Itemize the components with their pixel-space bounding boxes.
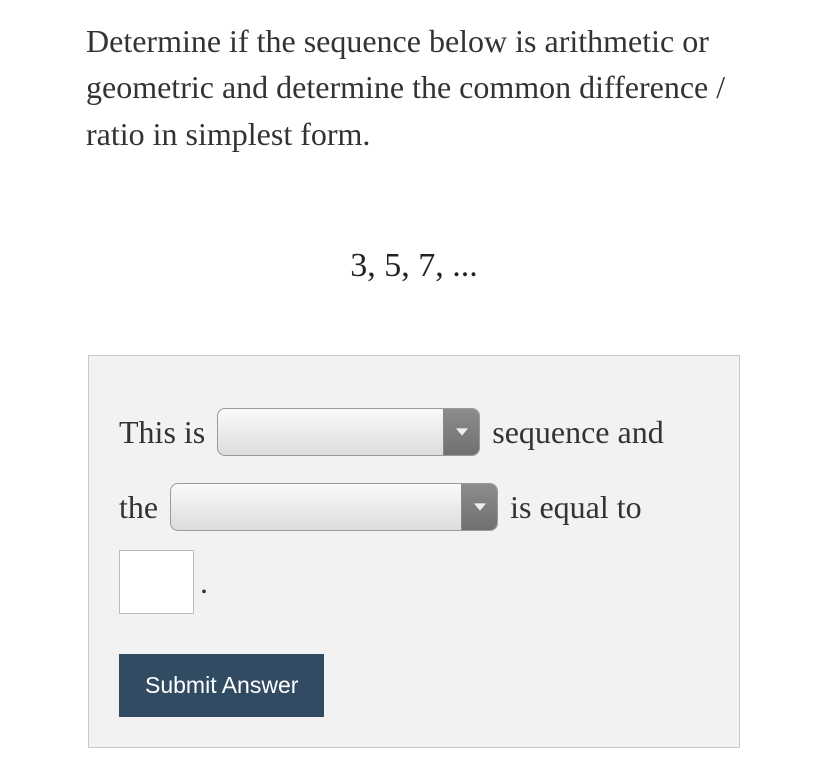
- card-inner: Determine if the sequence below is arith…: [0, 0, 828, 748]
- chevron-down-icon: [443, 409, 479, 455]
- question-text: Determine if the sequence below is arith…: [30, 0, 798, 157]
- sequence-display: 3, 5, 7, ...: [30, 247, 798, 285]
- text-the: the: [119, 476, 158, 538]
- sequence-type-dropdown[interactable]: [217, 408, 480, 456]
- text-period: .: [200, 551, 208, 613]
- text-sequence-and: sequence and: [492, 401, 663, 463]
- answer-box: This is sequence and the is equal to: [88, 355, 740, 748]
- text-is-equal-to: is equal to: [510, 476, 642, 538]
- answer-prose: This is sequence and the is equal to: [119, 401, 709, 614]
- text-this-is: This is: [119, 401, 205, 463]
- dropdown-value-2: [171, 484, 461, 530]
- value-input[interactable]: [119, 550, 194, 614]
- dropdown-value-1: [218, 409, 443, 455]
- problem-card: Determine if the sequence below is arith…: [0, 0, 828, 773]
- submit-answer-button[interactable]: Submit Answer: [119, 654, 324, 717]
- chevron-down-icon: [461, 484, 497, 530]
- difference-ratio-dropdown[interactable]: [170, 483, 498, 531]
